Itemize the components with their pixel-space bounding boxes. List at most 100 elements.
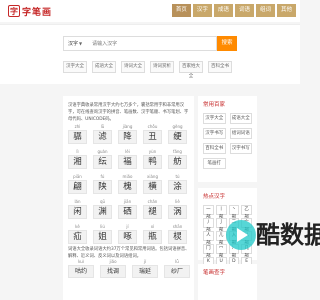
- nav-item-compose[interactable]: 组词: [255, 4, 275, 17]
- nav-item-idioms[interactable]: 成语: [213, 4, 233, 17]
- quick-link[interactable]: 成语大全: [92, 61, 116, 73]
- quick-link[interactable]: 百家姓大全: [179, 61, 203, 79]
- char-item[interactable]: kè 疝: [68, 224, 87, 244]
- char-item[interactable]: lì 湘: [68, 149, 87, 169]
- char-pinyin: jiàng: [122, 124, 133, 129]
- char-pinyin: liè: [175, 199, 180, 204]
- radical-item[interactable]: 冖部: [215, 244, 227, 259]
- word-item[interactable]: jí 瑞延: [132, 259, 158, 278]
- char-glyph: 硒: [118, 205, 137, 219]
- char-pinyin: fú: [100, 174, 105, 179]
- char-item[interactable]: jí 啄: [118, 224, 137, 244]
- nav-item-words[interactable]: 词语: [234, 4, 254, 17]
- char-item[interactable]: liú 姐: [93, 224, 112, 244]
- radical-item[interactable]: 儿部: [215, 231, 227, 246]
- char-item[interactable]: xiàng 横: [143, 174, 162, 194]
- char-item[interactable]: guàn 纭: [93, 149, 112, 169]
- char-glyph: 涂: [168, 180, 187, 194]
- char-item[interactable]: lěi 褔: [118, 149, 137, 169]
- char-pinyin: jiān: [123, 199, 132, 204]
- char-glyph: 疝: [68, 230, 87, 244]
- char-item[interactable]: lǜ 滤: [93, 124, 112, 144]
- char-pinyin: lǜ: [100, 124, 105, 129]
- search-button[interactable]: 搜索: [217, 36, 237, 51]
- nav-item-other[interactable]: 其他: [276, 4, 296, 17]
- char-pinyin: miǎo: [122, 174, 133, 179]
- side-link[interactable]: 汉字大全: [203, 113, 226, 124]
- char-glyph: 丑: [143, 130, 162, 144]
- char-glyph: 纭: [93, 155, 112, 169]
- char-pinyin: kè: [75, 224, 80, 229]
- char-glyph: 啄: [118, 230, 137, 244]
- char-item[interactable]: tú 涂: [168, 174, 187, 194]
- char-glyph: 鸭: [143, 155, 162, 169]
- quick-link[interactable]: 百科全书: [208, 61, 232, 73]
- main-nav: 首页 汉字 成语 词语 组词 其他: [171, 4, 296, 17]
- radical-item[interactable]: 冂部: [203, 244, 214, 259]
- char-pinyin: lì: [76, 149, 79, 154]
- side-link[interactable]: 组词词语: [229, 128, 252, 139]
- word-item[interactable]: jiǎo 找调: [100, 259, 126, 278]
- word-pinyin: lǚ: [175, 259, 179, 264]
- radical-item[interactable]: 亅部: [215, 218, 227, 233]
- radical-item[interactable]: 丨部: [215, 205, 227, 220]
- site-logo[interactable]: 字 字笔画: [8, 4, 52, 18]
- quick-link[interactable]: 汉字大全: [63, 61, 87, 73]
- char-item[interactable]: fǎng 舫: [168, 149, 187, 169]
- radical-item[interactable]: 人部: [203, 231, 214, 246]
- search-input[interactable]: [86, 37, 216, 50]
- char-pinyin: jí: [126, 224, 129, 229]
- radical-item[interactable]: 乙部: [241, 205, 252, 220]
- side-link[interactable]: 笔画打: [203, 158, 226, 169]
- quick-link[interactable]: 诗词大全: [121, 61, 145, 73]
- word-glyph: 瑞延: [132, 265, 158, 278]
- radical-item[interactable]: 一部: [203, 205, 214, 220]
- quick-link[interactable]: 诗词赏析: [150, 61, 174, 73]
- side-link[interactable]: 汉字书写: [229, 143, 252, 154]
- char-glyph: 滤: [93, 130, 112, 144]
- search-type-select[interactable]: 汉字 ▼: [64, 37, 86, 50]
- nav-item-chars[interactable]: 汉字: [192, 4, 212, 17]
- play-icon: [226, 220, 256, 250]
- char-glyph: 渊: [93, 205, 112, 219]
- char-item[interactable]: xì 瓶: [143, 224, 162, 244]
- side-section-title: 常用百家: [203, 102, 226, 108]
- side-links: 汉字大全 成语大全 汉字书写 组词词语 百科全书 汉字书写 笔画打: [198, 110, 257, 172]
- char-glyph: 褪: [143, 205, 162, 219]
- char-pinyin: lěi: [125, 149, 130, 154]
- word-pinyin: kuì: [78, 259, 84, 264]
- word-pinyin: jiǎo: [109, 259, 117, 264]
- char-item[interactable]: jiàng 降: [118, 124, 137, 144]
- char-item[interactable]: chǒu 丑: [143, 124, 162, 144]
- radical-item[interactable]: 丶部: [228, 205, 240, 220]
- char-item[interactable]: gěng 绠: [168, 124, 187, 144]
- char-item[interactable]: lán 闲: [68, 199, 87, 219]
- char-item[interactable]: yùn 鸭: [143, 149, 162, 169]
- side-link[interactable]: 汉字书写: [203, 128, 226, 139]
- radical-item[interactable]: 丿部: [203, 218, 214, 233]
- watermark: 酷数据: [226, 220, 320, 260]
- char-glyph: 棂: [168, 230, 187, 244]
- char-item[interactable]: liè 涡: [168, 199, 187, 219]
- char-pinyin: zhì: [74, 124, 81, 129]
- side-stroke-card: 笔画查字: [198, 264, 257, 300]
- search-type-label: 汉字: [68, 41, 79, 47]
- side-link[interactable]: 成语大全: [229, 113, 252, 124]
- side-link[interactable]: 百科全书: [203, 143, 226, 154]
- char-item[interactable]: miǎo 槐: [118, 174, 137, 194]
- char-pinyin: tú: [175, 174, 180, 179]
- word-grid: kuì 咕约 jiǎo 找调 jí 瑞延 lǚ 纱厂: [68, 259, 190, 278]
- char-item[interactable]: piān 翩: [68, 174, 87, 194]
- char-item[interactable]: chǎn 褪: [143, 199, 162, 219]
- nav-item-home[interactable]: 首页: [171, 4, 191, 17]
- side-section-title: 热点汉字: [203, 194, 226, 200]
- char-item[interactable]: fú 陕: [93, 174, 112, 194]
- word-item[interactable]: lǚ 纱厂: [164, 259, 190, 278]
- word-item[interactable]: kuì 咕约: [68, 259, 94, 278]
- char-item[interactable]: jiān 硒: [118, 199, 137, 219]
- logo-mark: 字: [8, 5, 20, 17]
- char-item[interactable]: shān 棂: [168, 224, 187, 244]
- quick-links: 汉字大全 成语大全 诗词大全 诗词赏析 百家姓大全 百科全书: [63, 61, 232, 79]
- char-item[interactable]: qū 渊: [93, 199, 112, 219]
- char-item[interactable]: zhì 骣: [68, 124, 87, 144]
